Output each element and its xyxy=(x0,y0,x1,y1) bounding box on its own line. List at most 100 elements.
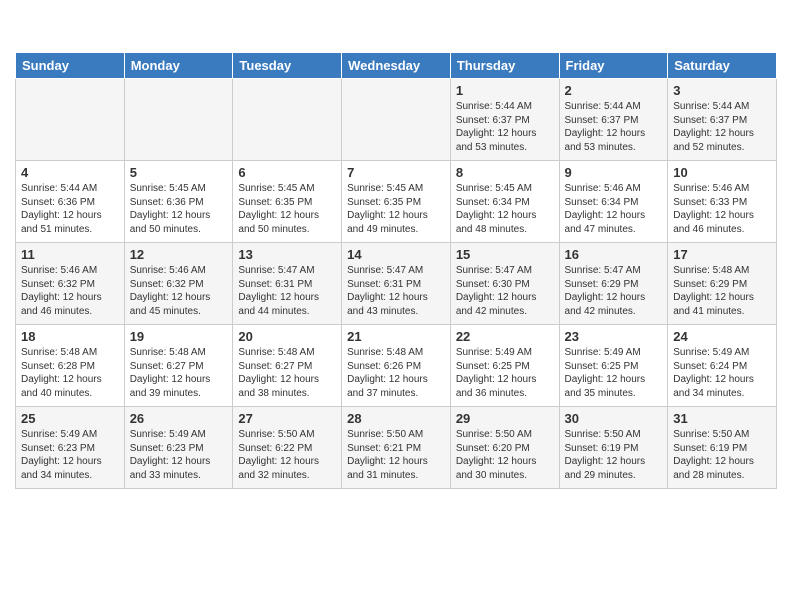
day-cell: 3 Sunrise: 5:44 AMSunset: 6:37 PMDaylight… xyxy=(668,79,777,161)
day-info: Sunrise: 5:45 AMSunset: 6:35 PMDaylight:… xyxy=(347,182,445,236)
day-number: 25 xyxy=(21,411,119,426)
day-cell: 24 Sunrise: 5:49 AMSunset: 6:24 PMDayligh… xyxy=(668,325,777,407)
day-info: Sunrise: 5:50 AMSunset: 6:20 PMDaylight:… xyxy=(456,428,554,482)
day-cell: 16 Sunrise: 5:47 AMSunset: 6:29 PMDayligh… xyxy=(559,243,668,325)
day-info: Sunrise: 5:45 AMSunset: 6:35 PMDaylight:… xyxy=(238,182,336,236)
calendar-header: SundayMondayTuesdayWednesdayThursdayFrid… xyxy=(16,53,777,79)
day-number: 15 xyxy=(456,247,554,262)
day-number: 27 xyxy=(238,411,336,426)
day-cell: 28Sunrise: 5:50 AMSunset: 6:21 PMDayligh… xyxy=(342,407,451,489)
day-cell: 15 Sunrise: 5:47 AMSunset: 6:30 PMDayligh… xyxy=(450,243,559,325)
day-info: Sunrise: 5:48 AMSunset: 6:27 PMDaylight:… xyxy=(130,346,228,400)
day-number: 28 xyxy=(347,411,445,426)
day-info: Sunrise: 5:47 AMSunset: 6:31 PMDaylight:… xyxy=(347,264,445,318)
day-info: Sunrise: 5:49 AMSunset: 6:25 PMDaylight:… xyxy=(456,346,554,400)
day-cell: 12 Sunrise: 5:46 AMSunset: 6:32 PMDayligh… xyxy=(124,243,233,325)
day-info: Sunrise: 5:50 AMSunset: 6:22 PMDaylight:… xyxy=(238,428,336,482)
week-row-3: 11Sunrise: 5:46 AMSunset: 6:32 PMDayligh… xyxy=(16,243,777,325)
day-cell: 9 Sunrise: 5:46 AMSunset: 6:34 PMDaylight… xyxy=(559,161,668,243)
day-info: Sunrise: 5:49 AMSunset: 6:25 PMDaylight:… xyxy=(565,346,663,400)
day-number: 20 xyxy=(238,329,336,344)
day-number: 14 xyxy=(347,247,445,262)
day-info: Sunrise: 5:47 AMSunset: 6:31 PMDaylight:… xyxy=(238,264,336,318)
day-info: Sunrise: 5:48 AMSunset: 6:28 PMDaylight:… xyxy=(21,346,119,400)
day-cell: 30 Sunrise: 5:50 AMSunset: 6:19 PMDayligh… xyxy=(559,407,668,489)
day-info: Sunrise: 5:46 AMSunset: 6:32 PMDaylight:… xyxy=(130,264,228,318)
day-number: 1 xyxy=(456,83,554,98)
week-row-5: 25 Sunrise: 5:49 AMSunset: 6:23 PMDayligh… xyxy=(16,407,777,489)
day-info: Sunrise: 5:48 AMSunset: 6:27 PMDaylight:… xyxy=(238,346,336,400)
day-number: 17 xyxy=(673,247,771,262)
day-cell: 10Sunrise: 5:46 AMSunset: 6:33 PMDayligh… xyxy=(668,161,777,243)
week-row-1: 1 Sunrise: 5:44 AMSunset: 6:37 PMDaylight… xyxy=(16,79,777,161)
day-cell: 20 Sunrise: 5:48 AMSunset: 6:27 PMDayligh… xyxy=(233,325,342,407)
day-info: Sunrise: 5:45 AMSunset: 6:34 PMDaylight:… xyxy=(456,182,554,236)
day-number: 30 xyxy=(565,411,663,426)
day-cell: 5 Sunrise: 5:45 AMSunset: 6:36 PMDaylight… xyxy=(124,161,233,243)
day-info: Sunrise: 5:44 AMSunset: 6:37 PMDaylight:… xyxy=(565,100,663,154)
day-number: 7 xyxy=(347,165,445,180)
day-cell: 23 Sunrise: 5:49 AMSunset: 6:25 PMDayligh… xyxy=(559,325,668,407)
day-number: 9 xyxy=(565,165,663,180)
day-cell: 8 Sunrise: 5:45 AMSunset: 6:34 PMDaylight… xyxy=(450,161,559,243)
day-number: 4 xyxy=(21,165,119,180)
day-info: Sunrise: 5:46 AMSunset: 6:32 PMDaylight:… xyxy=(21,264,119,318)
day-number: 5 xyxy=(130,165,228,180)
day-cell: 7 Sunrise: 5:45 AMSunset: 6:35 PMDaylight… xyxy=(342,161,451,243)
day-number: 31 xyxy=(673,411,771,426)
day-info: Sunrise: 5:45 AMSunset: 6:36 PMDaylight:… xyxy=(130,182,228,236)
day-cell xyxy=(16,79,125,161)
day-info: Sunrise: 5:49 AMSunset: 6:24 PMDaylight:… xyxy=(673,346,771,400)
page: SundayMondayTuesdayWednesdayThursdayFrid… xyxy=(0,0,792,612)
day-number: 3 xyxy=(673,83,771,98)
day-number: 13 xyxy=(238,247,336,262)
day-number: 26 xyxy=(130,411,228,426)
day-cell: 22 Sunrise: 5:49 AMSunset: 6:25 PMDayligh… xyxy=(450,325,559,407)
day-number: 18 xyxy=(21,329,119,344)
day-number: 22 xyxy=(456,329,554,344)
day-header-friday: Friday xyxy=(559,53,668,79)
day-cell: 25 Sunrise: 5:49 AMSunset: 6:23 PMDayligh… xyxy=(16,407,125,489)
day-header-thursday: Thursday xyxy=(450,53,559,79)
day-info: Sunrise: 5:46 AMSunset: 6:34 PMDaylight:… xyxy=(565,182,663,236)
day-info: Sunrise: 5:49 AMSunset: 6:23 PMDaylight:… xyxy=(21,428,119,482)
day-info: Sunrise: 5:48 AMSunset: 6:29 PMDaylight:… xyxy=(673,264,771,318)
day-header-sunday: Sunday xyxy=(16,53,125,79)
day-cell: 2 Sunrise: 5:44 AMSunset: 6:37 PMDaylight… xyxy=(559,79,668,161)
day-info: Sunrise: 5:49 AMSunset: 6:23 PMDaylight:… xyxy=(130,428,228,482)
day-info: Sunrise: 5:47 AMSunset: 6:29 PMDaylight:… xyxy=(565,264,663,318)
day-info: Sunrise: 5:47 AMSunset: 6:30 PMDaylight:… xyxy=(456,264,554,318)
day-number: 16 xyxy=(565,247,663,262)
day-number: 29 xyxy=(456,411,554,426)
day-info: Sunrise: 5:44 AMSunset: 6:37 PMDaylight:… xyxy=(673,100,771,154)
day-cell: 11Sunrise: 5:46 AMSunset: 6:32 PMDayligh… xyxy=(16,243,125,325)
day-header-saturday: Saturday xyxy=(668,53,777,79)
day-cell: 6Sunrise: 5:45 AMSunset: 6:35 PMDaylight… xyxy=(233,161,342,243)
day-number: 24 xyxy=(673,329,771,344)
day-info: Sunrise: 5:44 AMSunset: 6:37 PMDaylight:… xyxy=(456,100,554,154)
day-number: 12 xyxy=(130,247,228,262)
calendar-body: 1 Sunrise: 5:44 AMSunset: 6:37 PMDaylight… xyxy=(16,79,777,489)
header xyxy=(15,10,777,46)
day-number: 2 xyxy=(565,83,663,98)
day-number: 8 xyxy=(456,165,554,180)
day-number: 23 xyxy=(565,329,663,344)
day-cell: 29 Sunrise: 5:50 AMSunset: 6:20 PMDayligh… xyxy=(450,407,559,489)
day-header-wednesday: Wednesday xyxy=(342,53,451,79)
day-number: 19 xyxy=(130,329,228,344)
day-cell: 18 Sunrise: 5:48 AMSunset: 6:28 PMDayligh… xyxy=(16,325,125,407)
day-cell: 31 Sunrise: 5:50 AMSunset: 6:19 PMDayligh… xyxy=(668,407,777,489)
logo-icon xyxy=(15,10,51,46)
day-cell: 19 Sunrise: 5:48 AMSunset: 6:27 PMDayligh… xyxy=(124,325,233,407)
day-cell: 27 Sunrise: 5:50 AMSunset: 6:22 PMDayligh… xyxy=(233,407,342,489)
calendar: SundayMondayTuesdayWednesdayThursdayFrid… xyxy=(15,52,777,489)
day-info: Sunrise: 5:50 AMSunset: 6:19 PMDaylight:… xyxy=(565,428,663,482)
week-row-4: 18 Sunrise: 5:48 AMSunset: 6:28 PMDayligh… xyxy=(16,325,777,407)
day-info: Sunrise: 5:50 AMSunset: 6:19 PMDaylight:… xyxy=(673,428,771,482)
day-cell: 17 Sunrise: 5:48 AMSunset: 6:29 PMDayligh… xyxy=(668,243,777,325)
day-number: 10 xyxy=(673,165,771,180)
day-cell: 26 Sunrise: 5:49 AMSunset: 6:23 PMDayligh… xyxy=(124,407,233,489)
day-info: Sunrise: 5:48 AMSunset: 6:26 PMDaylight:… xyxy=(347,346,445,400)
day-cell: 1 Sunrise: 5:44 AMSunset: 6:37 PMDaylight… xyxy=(450,79,559,161)
day-number: 21 xyxy=(347,329,445,344)
